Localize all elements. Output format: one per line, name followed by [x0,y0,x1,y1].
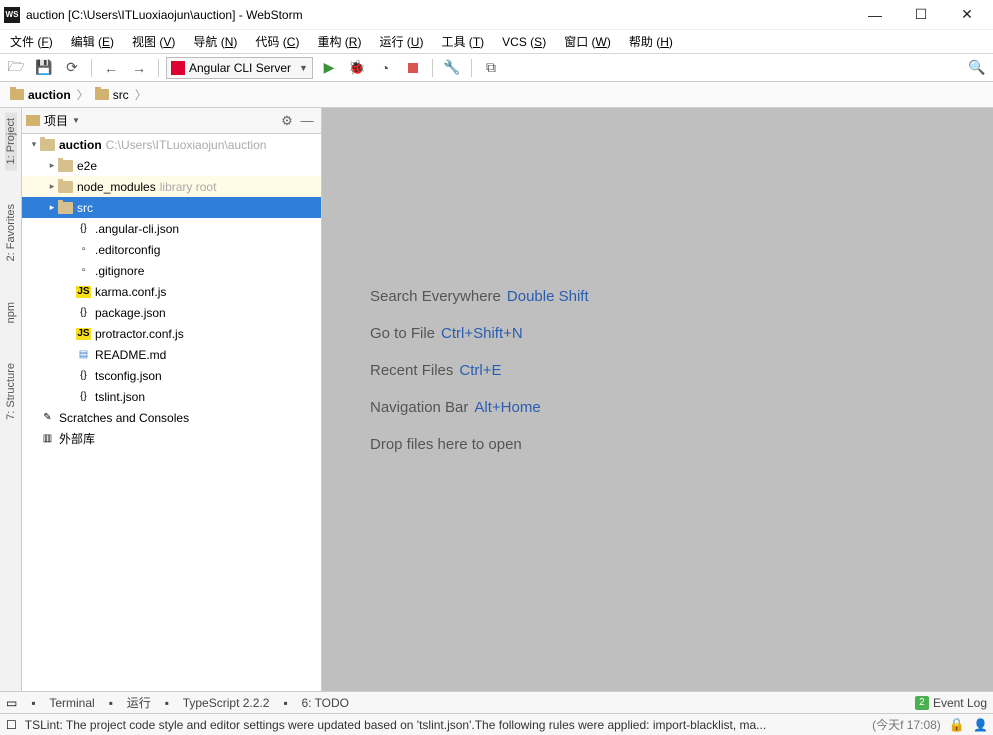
tool-window-tab[interactable]: 1: Project [5,112,17,170]
stop-icon[interactable] [401,57,425,79]
welcome-line: Drop files here to open [370,436,522,453]
folder-icon [26,115,40,126]
debug-icon[interactable]: 🐞 [345,57,369,79]
run-icon[interactable]: ▶ [317,57,341,79]
project-tree[interactable]: ▾auctionC:\Users\ITLuoxiaojun\auction▸e2… [22,134,321,691]
tree-row[interactable]: ▫.gitignore [22,260,321,281]
gear-icon[interactable]: ⚙ [277,113,297,129]
chevron-down-icon[interactable]: ▼ [72,116,80,125]
tree-row[interactable]: ▸node_moduleslibrary root [22,176,321,197]
event-log-tab[interactable]: 2Event Log [915,696,987,710]
menu-工具[interactable]: 工具 (T) [437,31,488,52]
collapse-icon[interactable]: — [297,113,317,128]
tool-window-tab[interactable]: 2: Favorites [5,198,17,267]
menu-bar: 文件 (F) 编辑 (E) 视图 (V) 导航 (N) 代码 (C) 重构 (R) 运行 (… [0,30,993,54]
tree-row[interactable]: ✎Scratches and Consoles [22,407,321,428]
tree-row[interactable]: {}package.json [22,302,321,323]
structure-icon[interactable]: ⧉ [479,57,503,79]
tree-row[interactable]: ▫.editorconfig [22,239,321,260]
breadcrumb-item[interactable]: auction [6,86,75,104]
run-config-label: Angular CLI Server [189,61,291,75]
bottom-tool-tab[interactable]: ▪6: TODO [283,696,349,710]
bottom-tool-window-bar: ▭ ▪Terminal ▪运行 ▪TypeScript 2.2.2 ▪6: TODO 2E… [0,691,993,713]
menu-窗口[interactable]: 窗口 (W) [560,31,615,52]
project-panel-header: 项目 ▼ ⚙ — [22,108,321,134]
tool-window-tab[interactable]: 7: Structure [5,357,17,426]
run-config-combo[interactable]: Angular CLI Server ▼ [166,57,313,79]
chevron-down-icon: ▼ [299,63,308,73]
tool-window-tab[interactable]: npm [5,296,17,329]
tree-row[interactable]: JSprotractor.conf.js [22,323,321,344]
window-title: auction [C:\Users\ITLuoxiaojun\auction] … [26,8,861,22]
search-icon[interactable]: 🔍 [965,57,989,79]
refresh-icon[interactable]: ⟳ [60,57,84,79]
angular-icon [171,61,185,75]
status-icon: ☐ [6,718,17,732]
tree-row[interactable]: ▥外部库 [22,428,321,449]
minimize-button[interactable]: — [861,7,889,23]
editor-area[interactable]: Search EverywhereDouble Shift Go to FileC… [322,108,993,691]
panel-title[interactable]: 项目 [44,112,68,129]
toolbar: 🗁 💾 ⟳ ← → Angular CLI Server ▼ ▶ 🐞 ◔ 🔧 ⧉… [0,54,993,82]
chevron-right-icon: 〉 [77,86,89,103]
hector-icon[interactable]: 👤 [973,718,987,732]
menu-文件[interactable]: 文件 (F) [6,31,57,52]
forward-icon[interactable]: → [127,57,151,79]
tree-row[interactable]: ▸src [22,197,321,218]
title-bar: WS auction [C:\Users\ITLuoxiaojun\auctio… [0,0,993,30]
app-icon: WS [4,7,20,23]
menu-VCS[interactable]: VCS (S) [498,33,550,51]
open-icon[interactable]: 🗁 [4,57,28,79]
tree-row[interactable]: ▤README.md [22,344,321,365]
status-bar: ☐ TSLint: The project code style and edi… [0,713,993,735]
tree-row[interactable]: {}tslint.json [22,386,321,407]
close-button[interactable]: ✕ [953,6,981,23]
breadcrumb-item[interactable]: src [91,86,133,104]
menu-代码[interactable]: 代码 (C) [251,31,303,52]
bottom-tool-tab[interactable]: ▪Terminal [31,696,94,710]
menu-视图[interactable]: 视图 (V) [128,31,179,52]
lock-icon[interactable]: 🔒 [949,717,965,733]
menu-运行[interactable]: 运行 (U) [375,31,427,52]
tree-row[interactable]: {}.angular-cli.json [22,218,321,239]
tool-windows-icon[interactable]: ▭ [6,696,17,710]
status-message: TSLint: The project code style and edito… [25,718,864,732]
left-tool-window-bar: 1: Project 2: Favorites npm 7: Structure [0,108,22,691]
tree-row[interactable]: ▸e2e [22,155,321,176]
project-panel: 项目 ▼ ⚙ — ▾auctionC:\Users\ITLuoxiaojun\a… [22,108,322,691]
save-icon[interactable]: 💾 [32,57,56,79]
tree-row[interactable]: {}tsconfig.json [22,365,321,386]
bottom-tool-tab[interactable]: ▪运行 [109,694,151,711]
bottom-tool-tab[interactable]: ▪TypeScript 2.2.2 [165,696,270,710]
menu-编辑[interactable]: 编辑 (E) [67,31,118,52]
status-time: (今天f 17:08) [872,716,941,733]
maximize-button[interactable]: ☐ [907,6,935,23]
welcome-line: Go to FileCtrl+Shift+N [370,325,523,342]
menu-重构[interactable]: 重构 (R) [313,31,365,52]
settings-icon[interactable]: 🔧 [440,57,464,79]
coverage-icon[interactable]: ◔ [373,57,397,79]
chevron-right-icon: 〉 [135,86,147,103]
welcome-line: Navigation BarAlt+Home [370,399,541,416]
welcome-line: Search EverywhereDouble Shift [370,288,589,305]
menu-帮助[interactable]: 帮助 (H) [625,31,677,52]
tree-row[interactable]: JSkarma.conf.js [22,281,321,302]
menu-导航[interactable]: 导航 (N) [189,31,241,52]
back-icon[interactable]: ← [99,57,123,79]
breadcrumb: auction〉src〉 [0,82,993,108]
welcome-line: Recent FilesCtrl+E [370,362,501,379]
tree-row[interactable]: ▾auctionC:\Users\ITLuoxiaojun\auction [22,134,321,155]
